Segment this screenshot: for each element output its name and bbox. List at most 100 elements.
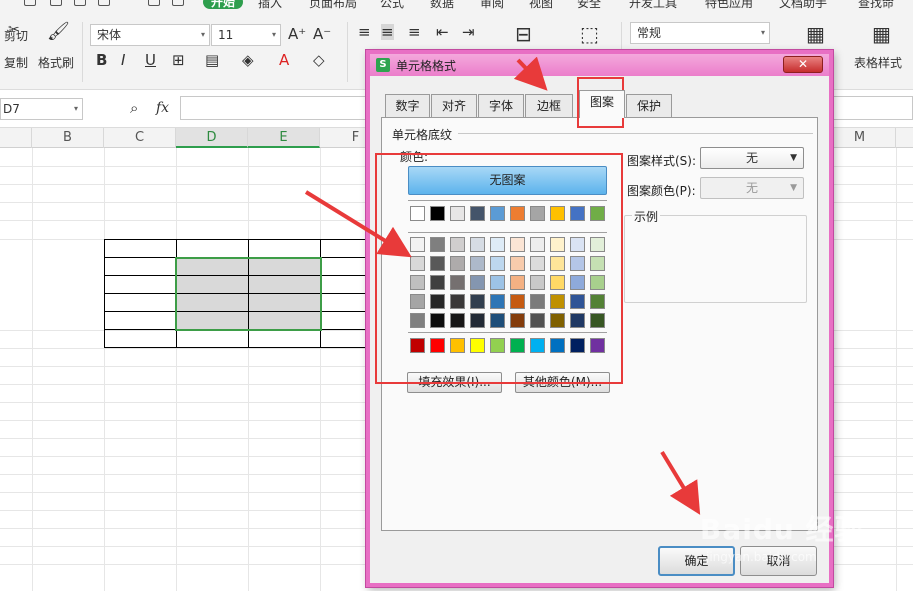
column-header-a[interactable] <box>0 128 32 148</box>
tab-doc-assistant[interactable]: 文档助手 <box>779 0 827 10</box>
table-style-icon[interactable]: ▦ <box>872 24 891 44</box>
bold-icon[interactable]: B <box>96 52 107 68</box>
border-icon[interactable]: ⊞ <box>172 52 185 68</box>
merge-center-icon[interactable]: ⊟ <box>515 24 532 44</box>
chevron-down-icon: ▾ <box>73 104 78 113</box>
chevron-down-icon: ▾ <box>200 30 205 39</box>
align-bottom-icon[interactable]: ≡ <box>408 24 421 40</box>
decrease-font-icon[interactable]: A⁻ <box>313 26 331 42</box>
chevron-down-icon: ▾ <box>760 28 765 37</box>
gridline <box>176 148 177 591</box>
tab-developer[interactable]: 开发工具 <box>629 0 677 10</box>
underline-icon[interactable]: U <box>145 52 156 68</box>
tab-border[interactable]: 边框 <box>525 94 573 117</box>
increase-font-icon[interactable]: A⁺ <box>288 26 306 42</box>
number-format-value: 常规 <box>637 26 662 40</box>
gridline <box>104 148 105 591</box>
align-top-icon[interactable]: ≡ <box>358 24 371 40</box>
name-box[interactable]: D7 ▾ <box>0 98 83 120</box>
wrap-text-icon[interactable]: ⬚ <box>580 24 599 44</box>
highlight-box-palette <box>375 153 623 384</box>
tab-find[interactable]: 查找命 <box>858 0 894 10</box>
gridline <box>32 148 33 591</box>
pattern-color-select[interactable]: 无 ▼ <box>700 177 804 199</box>
fill-color-icon[interactable]: ◈ <box>242 52 254 68</box>
cell-style-icon[interactable]: ▤ <box>205 52 219 68</box>
chevron-down-icon: ▼ <box>790 153 797 163</box>
italic-icon[interactable]: I <box>121 52 125 68</box>
number-format-select[interactable]: 常规 ▾ <box>630 22 770 44</box>
print-icon[interactable] <box>74 0 86 6</box>
column-header-e[interactable]: E <box>248 128 320 148</box>
tab-special[interactable]: 特色应用 <box>705 0 753 10</box>
watermark-logo: Baidu 经验 <box>700 513 864 546</box>
clear-icon[interactable]: ◇ <box>313 52 325 68</box>
indent-increase-icon[interactable]: ⇥ <box>462 24 475 40</box>
close-button[interactable]: ✕ <box>783 56 823 73</box>
column-header-d[interactable]: D <box>176 128 248 148</box>
table-style-button[interactable]: 表格样式 <box>854 54 902 71</box>
undo-icon[interactable] <box>148 0 160 6</box>
wps-app-icon: S <box>376 58 390 72</box>
selection-outline[interactable] <box>175 257 322 331</box>
tab-patterns[interactable]: 图案 <box>579 90 625 118</box>
preview-icon[interactable] <box>98 0 110 6</box>
tab-data[interactable]: 数据 <box>430 0 454 10</box>
tab-formulas[interactable]: 公式 <box>380 0 404 10</box>
column-header-c[interactable]: C <box>104 128 176 148</box>
tab-font[interactable]: 字体 <box>478 94 524 117</box>
font-name-select[interactable]: 宋体 ▾ <box>90 24 210 46</box>
dialog-titlebar[interactable]: S 单元格格式 ✕ <box>370 54 829 76</box>
align-middle-icon[interactable]: ≡ <box>381 24 394 40</box>
gridline <box>248 148 249 591</box>
tab-security[interactable]: 安全 <box>577 0 601 10</box>
pattern-style-select[interactable]: 无 ▼ <box>700 147 804 169</box>
font-size-value: 11 <box>218 28 234 42</box>
font-color-icon[interactable]: A <box>279 52 289 68</box>
new-file-icon[interactable] <box>50 0 62 6</box>
chevron-down-icon: ▾ <box>271 30 276 39</box>
function-icon[interactable]: fx <box>156 100 169 116</box>
section-divider <box>458 133 813 134</box>
redo-icon[interactable] <box>172 0 184 6</box>
format-painter-button[interactable]: 格式刷 <box>38 54 74 71</box>
tab-insert[interactable]: 插入 <box>258 0 282 10</box>
tab-home[interactable]: 开始 <box>203 0 244 9</box>
table-border <box>104 347 394 348</box>
pattern-style-value: 无 <box>745 151 758 165</box>
ribbon-divider <box>347 22 348 82</box>
pattern-color-value: 无 <box>745 181 758 195</box>
table-border <box>104 239 105 348</box>
save-icon[interactable] <box>24 0 36 6</box>
tab-number[interactable]: 数字 <box>385 94 430 117</box>
sample-label: 示例 <box>632 208 661 225</box>
watermark-url: jingyan.baidu.com <box>706 550 817 564</box>
pattern-style-label: 图案样式(S): <box>627 154 697 168</box>
cut-button[interactable]: 剪切 <box>4 27 28 44</box>
tab-view[interactable]: 视图 <box>529 0 553 10</box>
font-size-select[interactable]: 11 ▾ <box>211 24 281 46</box>
cell-shading-heading: 单元格底纹 <box>392 128 453 142</box>
pattern-color-label: 图案颜色(P): <box>627 184 696 198</box>
column-header-m[interactable]: M <box>824 128 896 148</box>
column-header-b[interactable]: B <box>32 128 104 148</box>
dialog-title: 单元格格式 <box>396 59 457 73</box>
copy-button[interactable]: 复制 <box>4 54 28 71</box>
ribbon-tab-strip: 开始 插入 页面布局 公式 数据 审阅 视图 安全 开发工具 特色应用 文档助手… <box>0 0 913 12</box>
gridline <box>896 148 897 591</box>
format-painter-icon[interactable]: 🖌 <box>47 23 70 41</box>
font-name-value: 宋体 <box>97 28 122 42</box>
gridline <box>320 148 321 591</box>
close-icon: ✕ <box>797 57 809 71</box>
table-border <box>104 239 394 240</box>
tab-protection[interactable]: 保护 <box>626 94 672 117</box>
name-box-value: D7 <box>3 102 20 116</box>
tab-page-layout[interactable]: 页面布局 <box>309 0 357 10</box>
chevron-down-icon: ▼ <box>790 183 797 193</box>
tab-review[interactable]: 审阅 <box>480 0 504 10</box>
tab-alignment[interactable]: 对齐 <box>431 94 477 117</box>
zoom-icon[interactable]: ⌕ <box>130 100 138 116</box>
conditional-format-icon[interactable]: ▦ <box>806 24 825 44</box>
indent-decrease-icon[interactable]: ⇤ <box>436 24 449 40</box>
sample-preview <box>624 215 807 303</box>
